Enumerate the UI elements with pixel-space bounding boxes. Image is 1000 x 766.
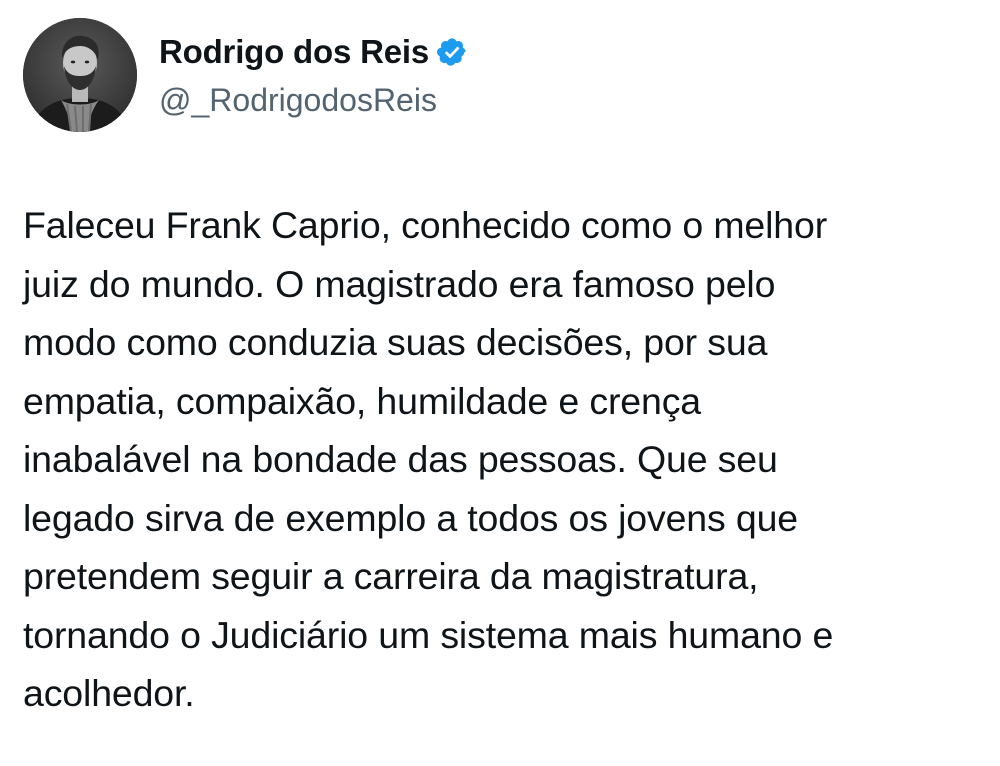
- tweet-text-line: inabalável na bondade das pessoas. Que s…: [23, 438, 778, 480]
- tweet-text-line: tornando o Judiciário um sistema mais hu…: [23, 613, 834, 656]
- avatar[interactable]: [23, 18, 137, 132]
- tweet-text-line: empatia, compaixão, humildade e crença: [23, 379, 702, 422]
- verified-badge-icon: [436, 36, 468, 68]
- tweet-text-line: pretendem seguir a carreira da magistrat…: [23, 555, 759, 597]
- tweet-text-line: juiz do mundo. O magistrado era famoso p…: [23, 262, 776, 305]
- author-handle[interactable]: @_RodrigodosReis: [159, 82, 437, 119]
- avatar-image: [23, 18, 137, 132]
- tweet-text: Faleceu Frank Caprio, conhecido como o m…: [23, 196, 983, 723]
- author-name-row: Rodrigo dos Reis: [159, 32, 468, 72]
- tweet-text-line: legado sirva de exemplo a todos os joven…: [23, 496, 799, 539]
- tweet: Rodrigo dos Reis @_RodrigodosReis Falece…: [0, 0, 1000, 766]
- tweet-text-line: acolhedor.: [23, 672, 195, 714]
- tweet-text-line: Faleceu Frank Caprio, conhecido como o m…: [23, 204, 828, 246]
- author-display-name[interactable]: Rodrigo dos Reis: [159, 33, 429, 71]
- tweet-text-line: modo como conduzia suas decisões, por su…: [23, 321, 768, 363]
